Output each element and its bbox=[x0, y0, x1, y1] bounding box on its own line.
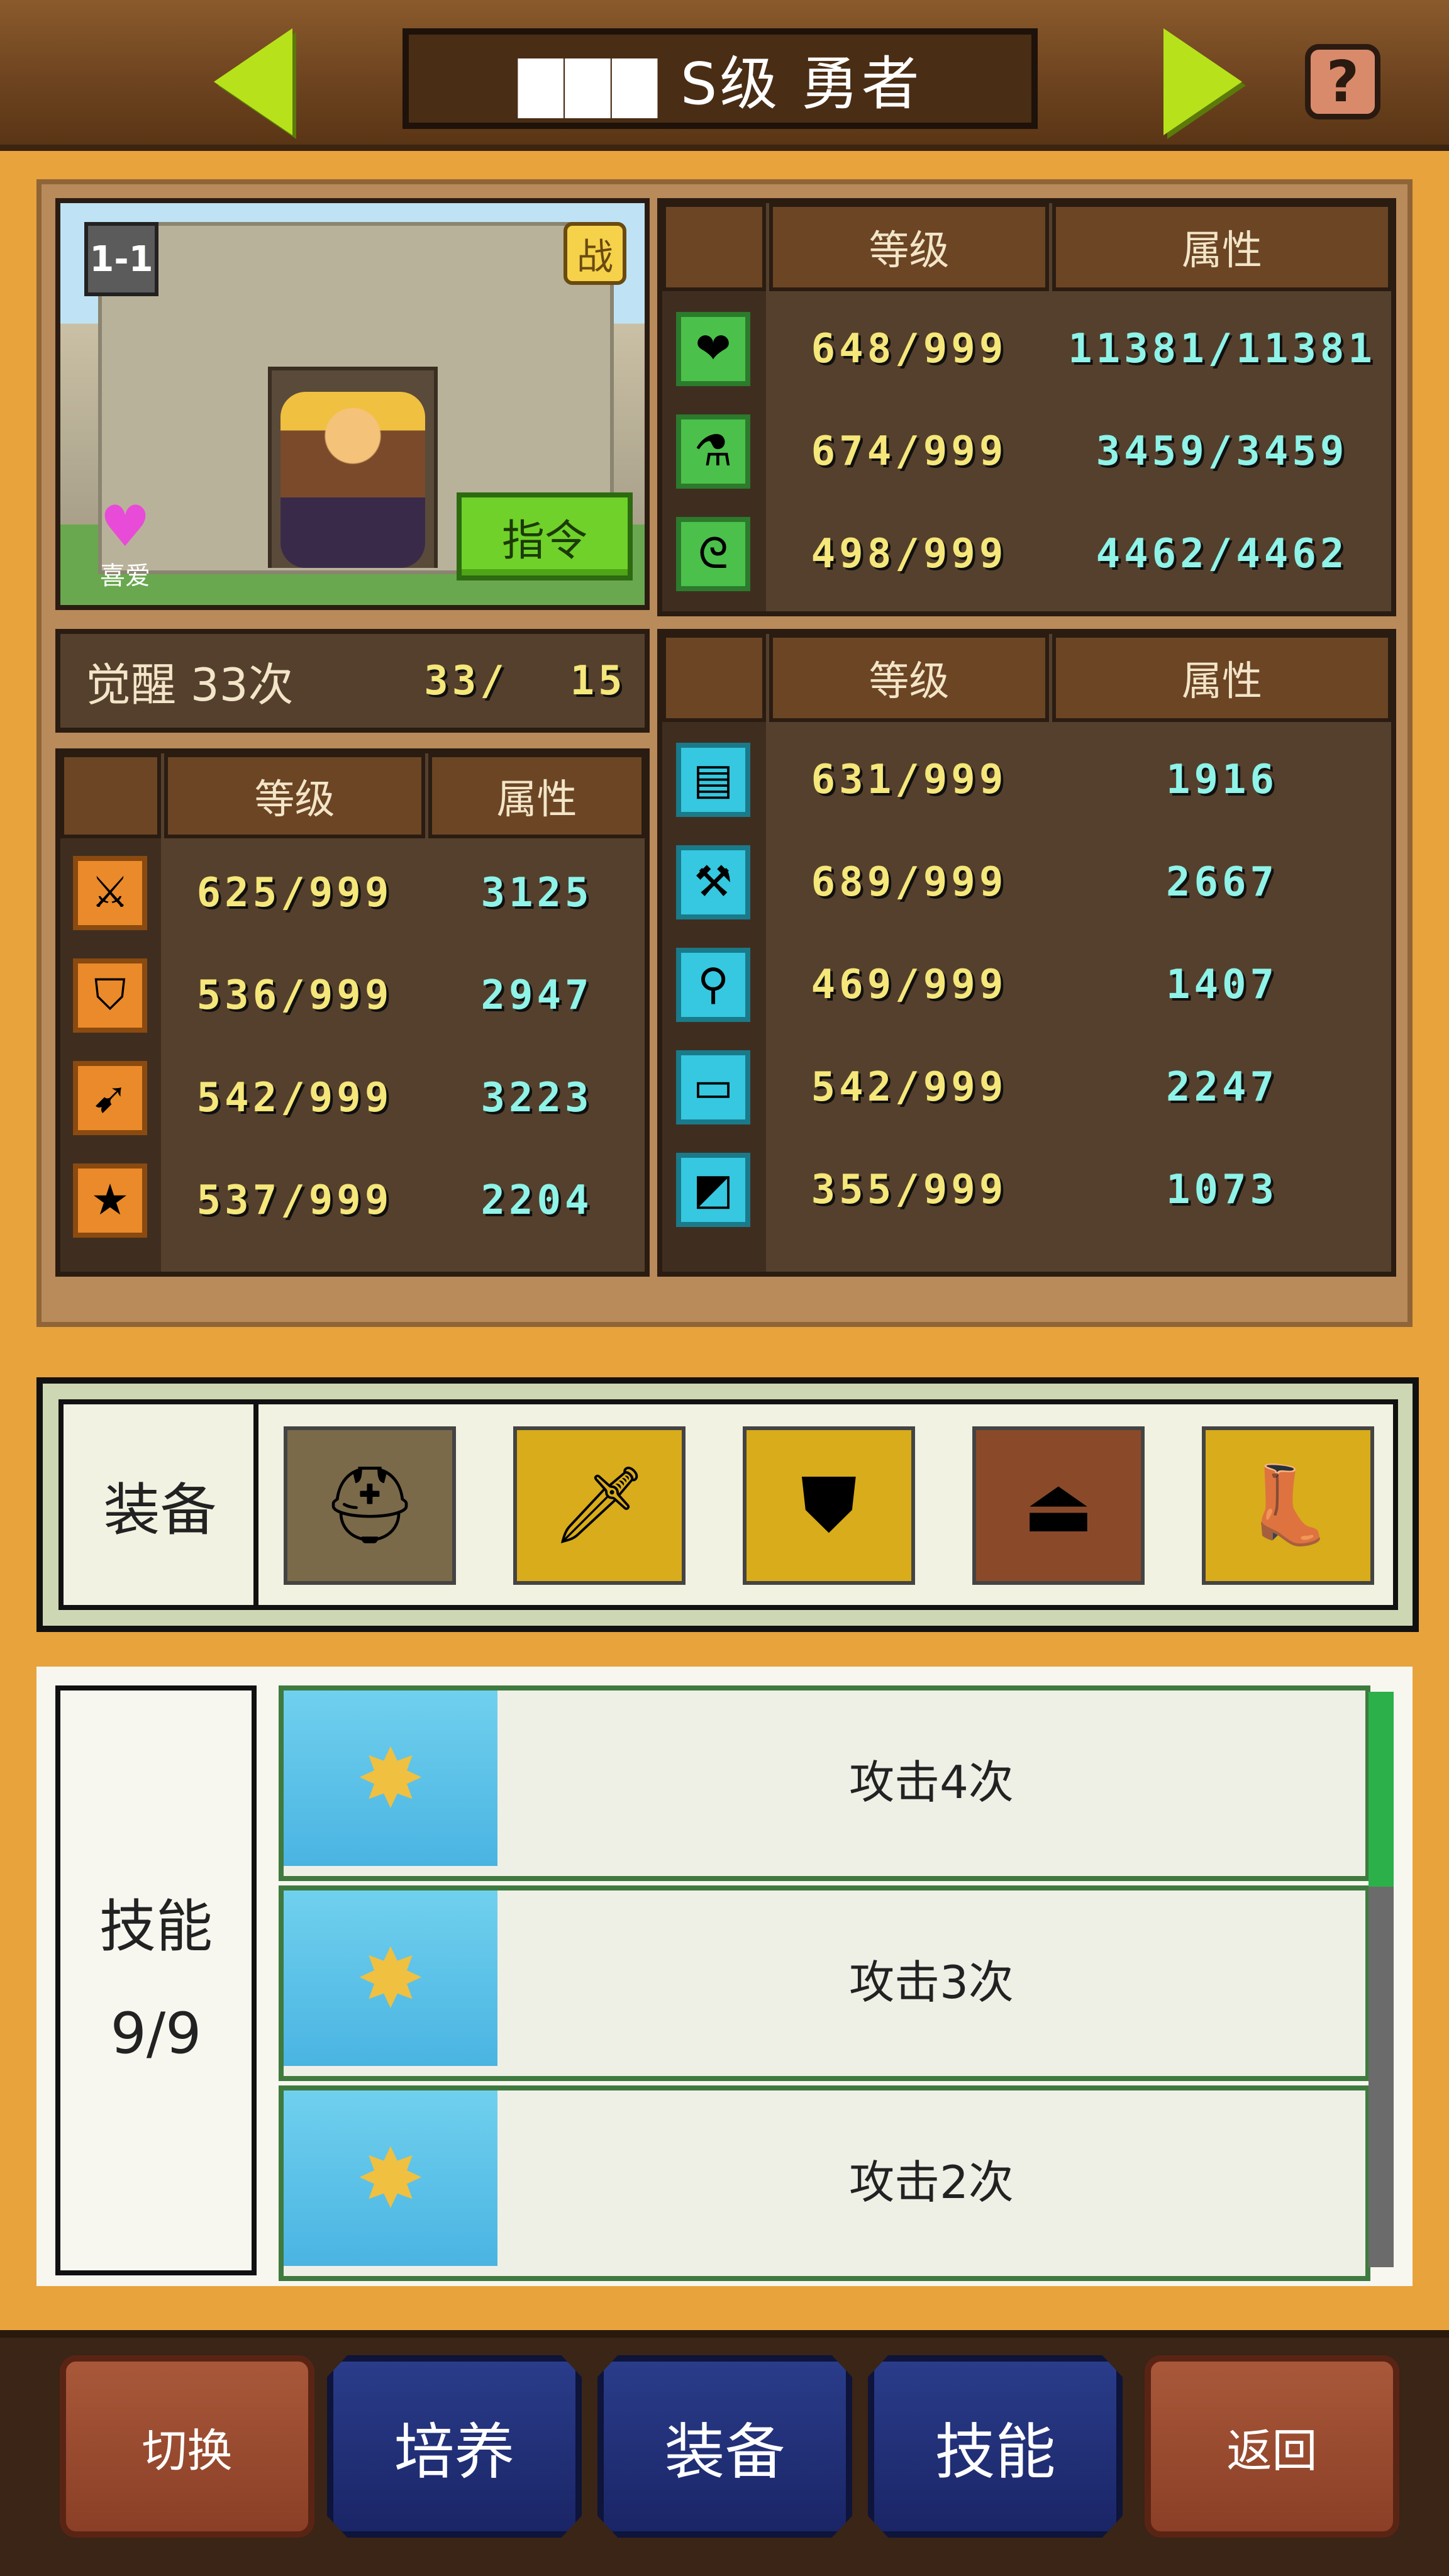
skill-name: 攻击2次 bbox=[849, 2156, 1014, 2209]
boot-icon[interactable]: 👢 bbox=[1202, 1426, 1374, 1585]
combat-level-value: 537/999 bbox=[196, 1177, 393, 1224]
potion-icon: ⚗ bbox=[676, 414, 750, 489]
vitals-header-attribute: 属性 bbox=[1052, 203, 1392, 291]
crafting-attribute-value: 2247 bbox=[1165, 1063, 1279, 1111]
combat-header-level: 等级 bbox=[164, 753, 425, 838]
battle-badge: 战 bbox=[564, 222, 626, 285]
shovel-icon: ⚲ bbox=[676, 947, 750, 1022]
vitals-attribute-value: 3459/3459 bbox=[1096, 428, 1348, 475]
top-bar: ▇▇▇ S级 勇者 ? bbox=[0, 0, 1449, 151]
skill-button[interactable]: 技能 bbox=[868, 2355, 1123, 2538]
vitals-attribute-value: 11381/11381 bbox=[1068, 325, 1376, 372]
stamina-icon: ᘓ bbox=[676, 516, 750, 591]
awaken-label: 觉醒 33次 bbox=[86, 658, 294, 711]
shield-icon: ⛉ bbox=[73, 958, 147, 1033]
helmet-icon[interactable]: ⛑ bbox=[284, 1426, 456, 1585]
stage-badge: 1-1 bbox=[84, 222, 158, 296]
armor-icon[interactable]: ⛊ bbox=[743, 1426, 915, 1585]
cloak-icon[interactable]: ⏏ bbox=[972, 1426, 1145, 1585]
sword-icon: ⚔ bbox=[73, 855, 147, 930]
crafting-attribute-value: 1407 bbox=[1165, 961, 1279, 1008]
combat-header-attribute: 属性 bbox=[428, 753, 645, 838]
skills-label-box: 技能 9/9 bbox=[55, 1685, 257, 2275]
vitals-level-value: 498/999 bbox=[811, 530, 1008, 577]
awaken-count: 33/ bbox=[424, 657, 508, 704]
combat-attribute-value: 3125 bbox=[480, 869, 593, 916]
vitals-attribute-value: 4462/4462 bbox=[1096, 530, 1348, 577]
crystal-sword-icon[interactable]: 🗡 bbox=[513, 1426, 686, 1585]
combat-attribute-value: 2947 bbox=[480, 972, 593, 1019]
skill-row[interactable]: ✸ 攻击4次 bbox=[279, 1685, 1370, 1881]
crafting-level-value: 355/999 bbox=[811, 1166, 1008, 1213]
combat-level-value: 536/999 bbox=[196, 972, 393, 1019]
skill-name: 攻击3次 bbox=[849, 1956, 1014, 2009]
vitals-table: 等级 属性 ❤ 648/999 11381/11381 ⚗ 674/999 3459/34… bbox=[657, 198, 1396, 616]
attack-skill-icon: ✸ bbox=[284, 1890, 497, 2066]
hero-title: ▇▇▇ S级 勇者 bbox=[402, 28, 1038, 129]
crafting-header-level: 等级 bbox=[769, 634, 1049, 722]
prev-hero-arrow-icon[interactable] bbox=[214, 28, 292, 135]
skill-row[interactable]: ✸ 攻击2次 bbox=[279, 2085, 1370, 2281]
skills-count: 9/9 bbox=[110, 2001, 202, 2067]
skill-name: 攻击4次 bbox=[849, 1756, 1014, 1809]
crafting-level-value: 469/999 bbox=[811, 961, 1008, 1008]
crafting-header-blank bbox=[662, 634, 766, 722]
vitals-level-value: 674/999 bbox=[811, 428, 1008, 475]
favorite-badge[interactable]: ♥ 喜爱 bbox=[84, 499, 166, 592]
equipment-panel: 装备 ⛑ 🗡 ⛊ ⏏ 👢 bbox=[36, 1377, 1419, 1632]
skill-row[interactable]: ✸ 攻击3次 bbox=[279, 1885, 1370, 2081]
hero-sprite bbox=[280, 392, 425, 568]
train-button[interactable]: 培养 bbox=[327, 2355, 582, 2538]
combat-level-value: 542/999 bbox=[196, 1074, 393, 1121]
combat-attribute-value: 3223 bbox=[480, 1074, 593, 1121]
star-icon: ★ bbox=[73, 1163, 147, 1238]
favorite-label: 喜爱 bbox=[100, 562, 150, 591]
crafting-attribute-value: 1916 bbox=[1165, 756, 1279, 803]
pink-heart-icon: ♥ bbox=[99, 494, 151, 560]
attack-skill-icon: ✸ bbox=[284, 1690, 497, 1866]
equip-button[interactable]: 装备 bbox=[597, 2355, 852, 2538]
combat-level-value: 625/999 bbox=[196, 869, 393, 916]
vitals-header-level: 等级 bbox=[769, 203, 1049, 291]
skill-scrollbar-thumb[interactable] bbox=[1368, 1692, 1394, 1887]
switch-button[interactable]: 切换 bbox=[60, 2355, 314, 2538]
hero-portrait: 1-1 战 ♥ 喜爱 指令 bbox=[55, 198, 650, 610]
tool-icon: ◩ bbox=[676, 1152, 750, 1227]
crafting-attribute-value: 2667 bbox=[1165, 858, 1279, 906]
hammer-icon: ⚒ bbox=[676, 845, 750, 919]
attack-skill-icon: ✸ bbox=[284, 2090, 497, 2266]
crafting-attribute-value: 1073 bbox=[1165, 1166, 1279, 1213]
back-button[interactable]: 返回 bbox=[1145, 2355, 1399, 2538]
awaken-box: 觉醒 33次 33/ 15 bbox=[55, 629, 650, 733]
combat-attribute-value: 2204 bbox=[480, 1177, 593, 1224]
bow-icon: ➹ bbox=[73, 1060, 147, 1135]
vitals-header-blank bbox=[662, 203, 766, 291]
next-hero-arrow-icon[interactable] bbox=[1163, 28, 1242, 135]
vitals-level-value: 648/999 bbox=[811, 325, 1008, 372]
skills-panel: 技能 9/9 ✸ 攻击4次 ✸ 攻击3次 ✸ 攻击2次 bbox=[36, 1667, 1413, 2286]
book-icon: ▤ bbox=[676, 742, 750, 817]
skills-label: 技能 bbox=[99, 1894, 213, 1960]
crafting-level-value: 542/999 bbox=[811, 1063, 1008, 1111]
chest-icon: ▭ bbox=[676, 1050, 750, 1124]
heart-icon: ❤ bbox=[676, 311, 750, 386]
equipment-slots: ⛑ 🗡 ⛊ ⏏ 👢 bbox=[253, 1399, 1398, 1610]
combat-table: 等级 属性 ⚔ 625/999 3125 ⛉ 536/999 2947 ➹ 542/999 32… bbox=[55, 748, 650, 1277]
help-button[interactable]: ? bbox=[1305, 44, 1380, 119]
crafting-level-value: 689/999 bbox=[811, 858, 1008, 906]
command-button[interactable]: 指令 bbox=[457, 492, 633, 580]
crafting-level-value: 631/999 bbox=[811, 756, 1008, 803]
combat-header-blank bbox=[60, 753, 161, 838]
awaken-max: 15 bbox=[570, 657, 626, 704]
crafting-table: 等级 属性 ▤ 631/999 1916 ⚒ 689/999 2667 ⚲ 469/999 14… bbox=[657, 629, 1396, 1277]
equipment-label: 装备 bbox=[58, 1399, 257, 1610]
crafting-header-attribute: 属性 bbox=[1052, 634, 1392, 722]
